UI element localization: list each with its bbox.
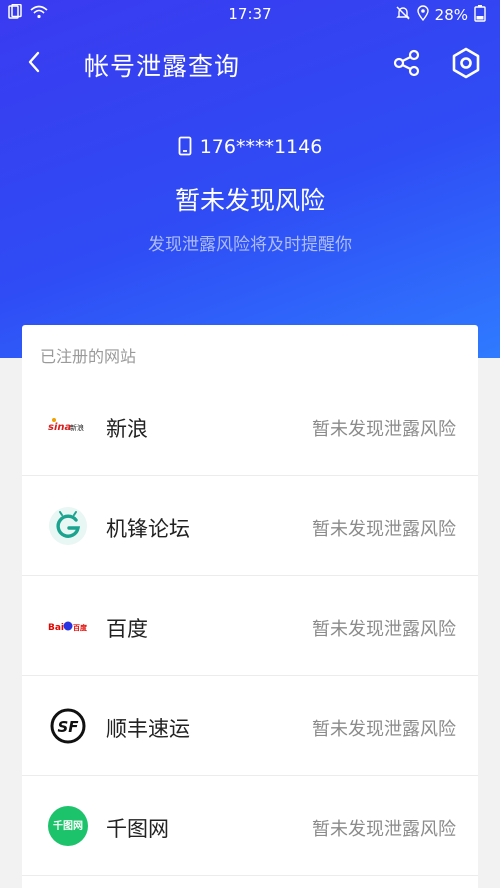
list-item-baidu[interactable]: Bai 百度 百度 暂未发现泄露风险	[22, 576, 478, 676]
svg-text:Bai: Bai	[48, 623, 64, 633]
gfan-logo	[48, 506, 88, 546]
battery-icon	[474, 4, 486, 26]
card-header: 已注册的网站	[40, 347, 137, 366]
settings-button[interactable]	[447, 46, 485, 84]
share-icon	[393, 49, 421, 81]
svg-text:新浪: 新浪	[70, 423, 84, 432]
risk-headline: 暂未发现风险	[174, 186, 325, 215]
app-toolbar: 帐号泄露查询	[0, 34, 500, 94]
share-button[interactable]	[388, 46, 426, 84]
hero-banner: 17:37 28% 帐号泄露查询 176****1146 暂未发现风险 发现泄露…	[0, 0, 500, 358]
list-item-sina[interactable]: sina 新浪 新浪 暂未发现泄露风险	[22, 376, 478, 476]
risk-subtext: 发现泄露风险将及时提醒你	[148, 235, 352, 255]
registered-sites-card: 已注册的网站 sina 新浪 新浪 暂未发现泄露风险 机锋论坛 暂未发现泄露风险 …	[22, 325, 478, 888]
list-item-gfan[interactable]: 机锋论坛 暂未发现泄露风险	[22, 476, 478, 576]
baidu-logo: Bai 百度	[48, 606, 88, 646]
sina-logo: sina 新浪	[48, 406, 88, 446]
status-bar: 17:37 28%	[0, 0, 500, 28]
site-status: 暂未发现泄露风险	[312, 719, 456, 740]
chevron-left-icon	[26, 50, 42, 78]
battery-level: 28%	[434, 6, 468, 24]
phone-number: 176****1146	[199, 136, 323, 158]
site-name: 千图网	[106, 817, 169, 841]
list-item-58pic[interactable]: 千图网 千图网 暂未发现泄露风险	[22, 776, 478, 876]
site-status: 暂未发现泄露风险	[312, 619, 456, 640]
back-button[interactable]	[16, 46, 52, 82]
site-name: 顺丰速运	[106, 717, 190, 741]
list-item-sf[interactable]: SF 顺丰速运 暂未发现泄露风险	[22, 676, 478, 776]
phone-number-row: 176****1146	[0, 136, 500, 161]
site-name: 机锋论坛	[106, 517, 190, 541]
svg-text:SF: SF	[57, 718, 79, 736]
svg-text:百度: 百度	[73, 623, 88, 632]
mute-bell-icon	[395, 5, 411, 25]
site-status: 暂未发现泄露风险	[312, 819, 456, 840]
hexagon-settings-icon	[451, 47, 481, 83]
site-status: 暂未发现泄露风险	[312, 419, 456, 440]
location-icon	[416, 5, 429, 25]
site-name: 新浪	[106, 417, 148, 441]
svg-text:千图网: 千图网	[53, 819, 83, 832]
sf-logo: SF	[48, 706, 88, 746]
58pic-logo: 千图网	[48, 806, 88, 846]
phone-icon	[178, 136, 192, 161]
site-name: 百度	[106, 617, 148, 641]
svg-text:sina: sina	[48, 422, 71, 433]
page-title: 帐号泄露查询	[84, 52, 241, 81]
site-status: 暂未发现泄露风险	[312, 519, 456, 540]
